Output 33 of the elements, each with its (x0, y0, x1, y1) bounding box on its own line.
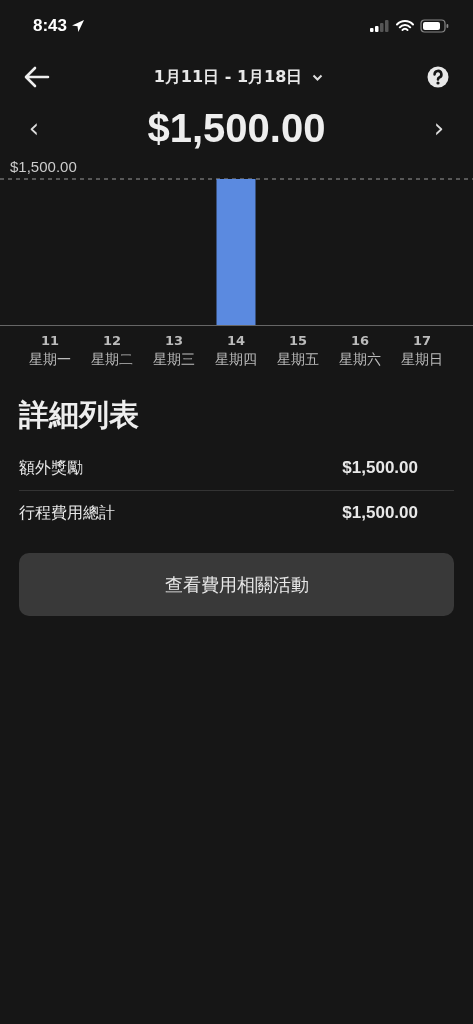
battery-icon (420, 19, 449, 33)
date-label: 12 (102, 332, 122, 350)
previous-week-button[interactable]: ‹ (24, 113, 44, 143)
signal-icon (370, 20, 390, 32)
date-label: 17 (412, 332, 432, 350)
date-label: 14 (226, 332, 246, 350)
weekday-label: 星期三 (153, 350, 195, 369)
weekday-label: 星期五 (277, 350, 319, 369)
date-label: 15 (288, 332, 308, 350)
weekday-label: 星期二 (91, 350, 133, 369)
next-week-button[interactable]: › (429, 113, 449, 143)
location-arrow-icon (71, 19, 86, 33)
status-time: 8:43 (33, 16, 68, 36)
line-item-label: 額外獎勵 (19, 457, 83, 479)
date-range-dropdown[interactable]: 1月11日 - 1月18日 (149, 62, 328, 92)
help-icon[interactable] (427, 66, 449, 88)
weekday-label: 星期四 (215, 350, 257, 369)
line-item-amount: $1,500.00 (342, 458, 418, 478)
date-label: 13 (164, 332, 184, 350)
date-label: 11 (40, 332, 60, 350)
line-item-amount: $1,500.00 (342, 503, 418, 523)
weekday-label: 星期日 (401, 350, 443, 369)
back-arrow-icon[interactable] (24, 66, 50, 88)
view-activity-button[interactable]: 查看費用相關活動 (19, 553, 454, 616)
weekday-label: 星期六 (339, 350, 381, 369)
max-value-label: $1,500.00 (10, 158, 77, 175)
section-title: 詳細列表 (19, 396, 139, 434)
date-label: 16 (350, 332, 370, 350)
wifi-icon (396, 19, 414, 33)
line-item-label: 行程費用總計 (19, 502, 115, 524)
total-earnings: $1,500.00 (146, 105, 327, 151)
chevron-down-icon (312, 73, 324, 81)
weekday-label: 星期一 (29, 350, 71, 369)
